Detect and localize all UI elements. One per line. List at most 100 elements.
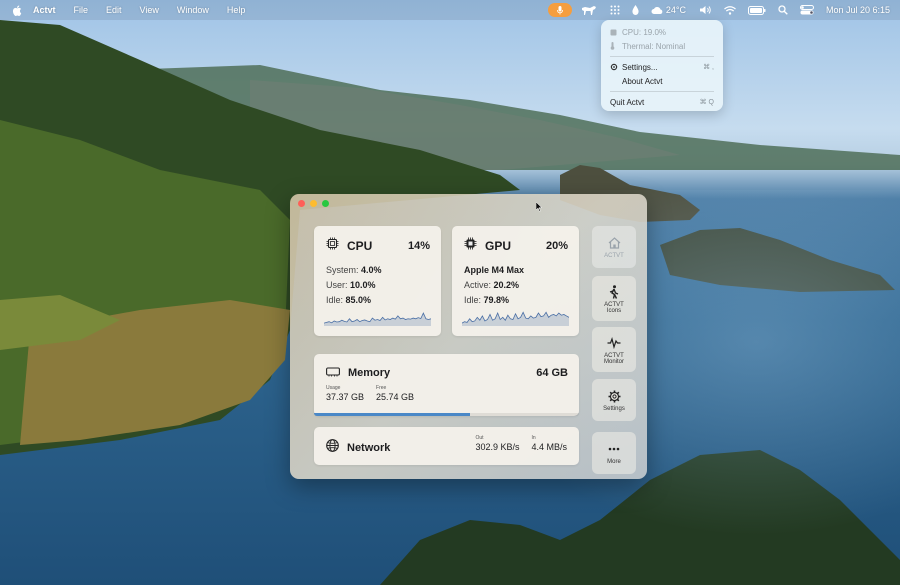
gear-icon <box>610 63 620 71</box>
zoom-button[interactable] <box>322 200 329 207</box>
mouse-pointer-icon <box>536 202 542 212</box>
sidebar-item-actvt[interactable]: ACTVT <box>592 226 636 268</box>
gpu-percent: 20% <box>545 240 568 252</box>
minimize-button[interactable] <box>310 200 317 207</box>
window-controls <box>298 200 329 207</box>
control-center-icon[interactable] <box>799 5 814 15</box>
network-out: Out 302.9 KB/s <box>475 435 519 452</box>
menu-app-name[interactable]: Actvt <box>33 5 56 15</box>
weather-temperature: 24°C <box>665 5 686 15</box>
cpu-system-row: System: 4.0% <box>326 263 382 278</box>
cpu-system-value: 4.0% <box>361 265 382 275</box>
menu-cpu-label: CPU: 19.0% <box>622 27 667 37</box>
menu-quit-shortcut: ⌘ Q <box>699 99 714 106</box>
menu-item-settings[interactable]: Settings... ⌘ , <box>601 60 723 74</box>
battery-icon[interactable] <box>747 5 766 15</box>
cpu-header: CPU 14% <box>326 237 430 255</box>
sidebar-item-more[interactable]: More <box>592 432 636 474</box>
gpu-chip-icon <box>464 237 477 255</box>
horse-icon[interactable] <box>580 5 598 16</box>
network-title: Network <box>347 442 391 454</box>
thermometer-icon <box>610 42 620 50</box>
memory-header: Memory 64 GB <box>326 364 568 382</box>
sidebar-settings-label: Settings <box>603 406 625 412</box>
search-icon[interactable] <box>778 5 788 15</box>
sidebar-item-actvt-icons[interactable]: ACTVT Icons <box>592 276 636 321</box>
network-header: Network <box>326 439 390 457</box>
cpu-idle-label: Idle: <box>326 295 344 305</box>
cpu-stats: System: 4.0% User: 10.0% Idle: 85.0% <box>326 263 382 308</box>
actvt-window: CPU 14% System: 4.0% User: 10.0% Idle: 8… <box>290 194 647 479</box>
sidebar-actvt-label: ACTVT <box>604 253 624 259</box>
cpu-user-value: 10.0% <box>350 280 376 290</box>
gpu-active-label: Active: <box>464 280 492 290</box>
cpu-system-label: System: <box>326 265 359 275</box>
network-out-value: 302.9 KB/s <box>475 442 520 452</box>
cpu-user-label: User: <box>326 280 348 290</box>
apple-icon[interactable] <box>11 4 23 16</box>
gear-icon <box>608 388 621 404</box>
ellipsis-icon <box>608 441 620 457</box>
network-out-label: Out <box>475 435 484 441</box>
memory-free-value: 25.74 GB <box>376 392 415 402</box>
close-button[interactable] <box>298 200 305 207</box>
menu-item-about[interactable]: About Actvt <box>601 74 723 88</box>
network-in-value: 4.4 MB/s <box>531 442 567 452</box>
menu-separator <box>610 91 714 92</box>
cpu-idle-row: Idle: 85.0% <box>326 293 382 308</box>
memory-total: 64 GB <box>536 367 568 379</box>
menu-settings-shortcut: ⌘ , <box>703 64 714 71</box>
menu-bar: Actvt File Edit View Window Help 24°C Mo… <box>0 0 900 20</box>
cloud-icon <box>651 7 663 14</box>
waveform-icon <box>607 335 621 351</box>
cpu-icon <box>610 29 620 36</box>
memory-usage-bar-fill <box>314 413 471 416</box>
network-values: Out 302.9 KB/s In 4.4 MB/s <box>475 435 567 452</box>
gpu-idle-row: Idle: 79.8% <box>464 293 524 308</box>
memory-title: Memory <box>348 367 391 379</box>
menu-cpu-readout: CPU: 19.0% <box>601 25 723 39</box>
menu-quit-label: Quit Actvt <box>610 97 645 107</box>
memory-usage-label: Usage <box>326 385 341 391</box>
network-card[interactable]: Network Out 302.9 KB/s In 4.4 MB/s <box>314 427 579 465</box>
sidebar-item-actvt-monitor[interactable]: ACTVT Monitor <box>592 327 636 372</box>
volume-icon[interactable] <box>699 5 712 15</box>
menu-view[interactable]: View <box>140 5 159 15</box>
grid-icon[interactable] <box>610 5 620 15</box>
menu-thermal-readout: Thermal: Nominal <box>601 39 723 53</box>
cpu-percent: 14% <box>407 240 430 252</box>
gpu-card[interactable]: GPU 20% Apple M4 Max Active: 20.2% Idle:… <box>452 226 579 336</box>
menu-settings-label: Settings... <box>622 62 658 72</box>
gpu-idle-label: Idle: <box>464 295 482 305</box>
drop-icon[interactable] <box>632 5 639 15</box>
cpu-idle-value: 85.0% <box>345 295 372 305</box>
memory-free-label: Free <box>376 385 387 391</box>
menu-edit[interactable]: Edit <box>106 5 122 15</box>
sidebar-item-settings[interactable]: Settings <box>592 379 636 421</box>
gpu-idle-value: 79.8% <box>483 295 510 305</box>
cpu-chip-icon <box>326 237 339 255</box>
wifi-icon[interactable] <box>724 5 736 15</box>
menubar-clock[interactable]: Mon Jul 20 6:15 <box>826 5 890 15</box>
cpu-title: CPU <box>347 239 373 253</box>
menu-separator <box>610 56 714 57</box>
menu-about-label: About Actvt <box>622 76 663 86</box>
gpu-history-graph <box>462 311 569 326</box>
gpu-stats: Apple M4 Max Active: 20.2% Idle: 79.8% <box>464 263 524 308</box>
cpu-card[interactable]: CPU 14% System: 4.0% User: 10.0% Idle: 8… <box>314 226 441 336</box>
network-in: In 4.4 MB/s <box>531 435 567 452</box>
gpu-header: GPU 20% <box>464 237 568 255</box>
gpu-active-row: Active: 20.2% <box>464 278 524 293</box>
memory-values: Usage 37.37 GB Free 25.74 GB <box>326 385 414 402</box>
menu-file[interactable]: File <box>74 5 89 15</box>
menu-window[interactable]: Window <box>177 5 209 15</box>
menu-help[interactable]: Help <box>227 5 246 15</box>
gpu-title: GPU <box>485 239 512 253</box>
network-in-label: In <box>531 435 536 441</box>
microphone-icon[interactable] <box>547 3 572 17</box>
menu-item-quit[interactable]: Quit Actvt ⌘ Q <box>601 95 723 109</box>
memory-card[interactable]: Memory 64 GB Usage 37.37 GB Free 25.74 G… <box>314 354 579 416</box>
memory-usage: Usage 37.37 GB <box>326 385 364 402</box>
weather-widget[interactable]: 24°C <box>651 5 686 15</box>
menu-thermal-label: Thermal: Nominal <box>622 41 686 51</box>
